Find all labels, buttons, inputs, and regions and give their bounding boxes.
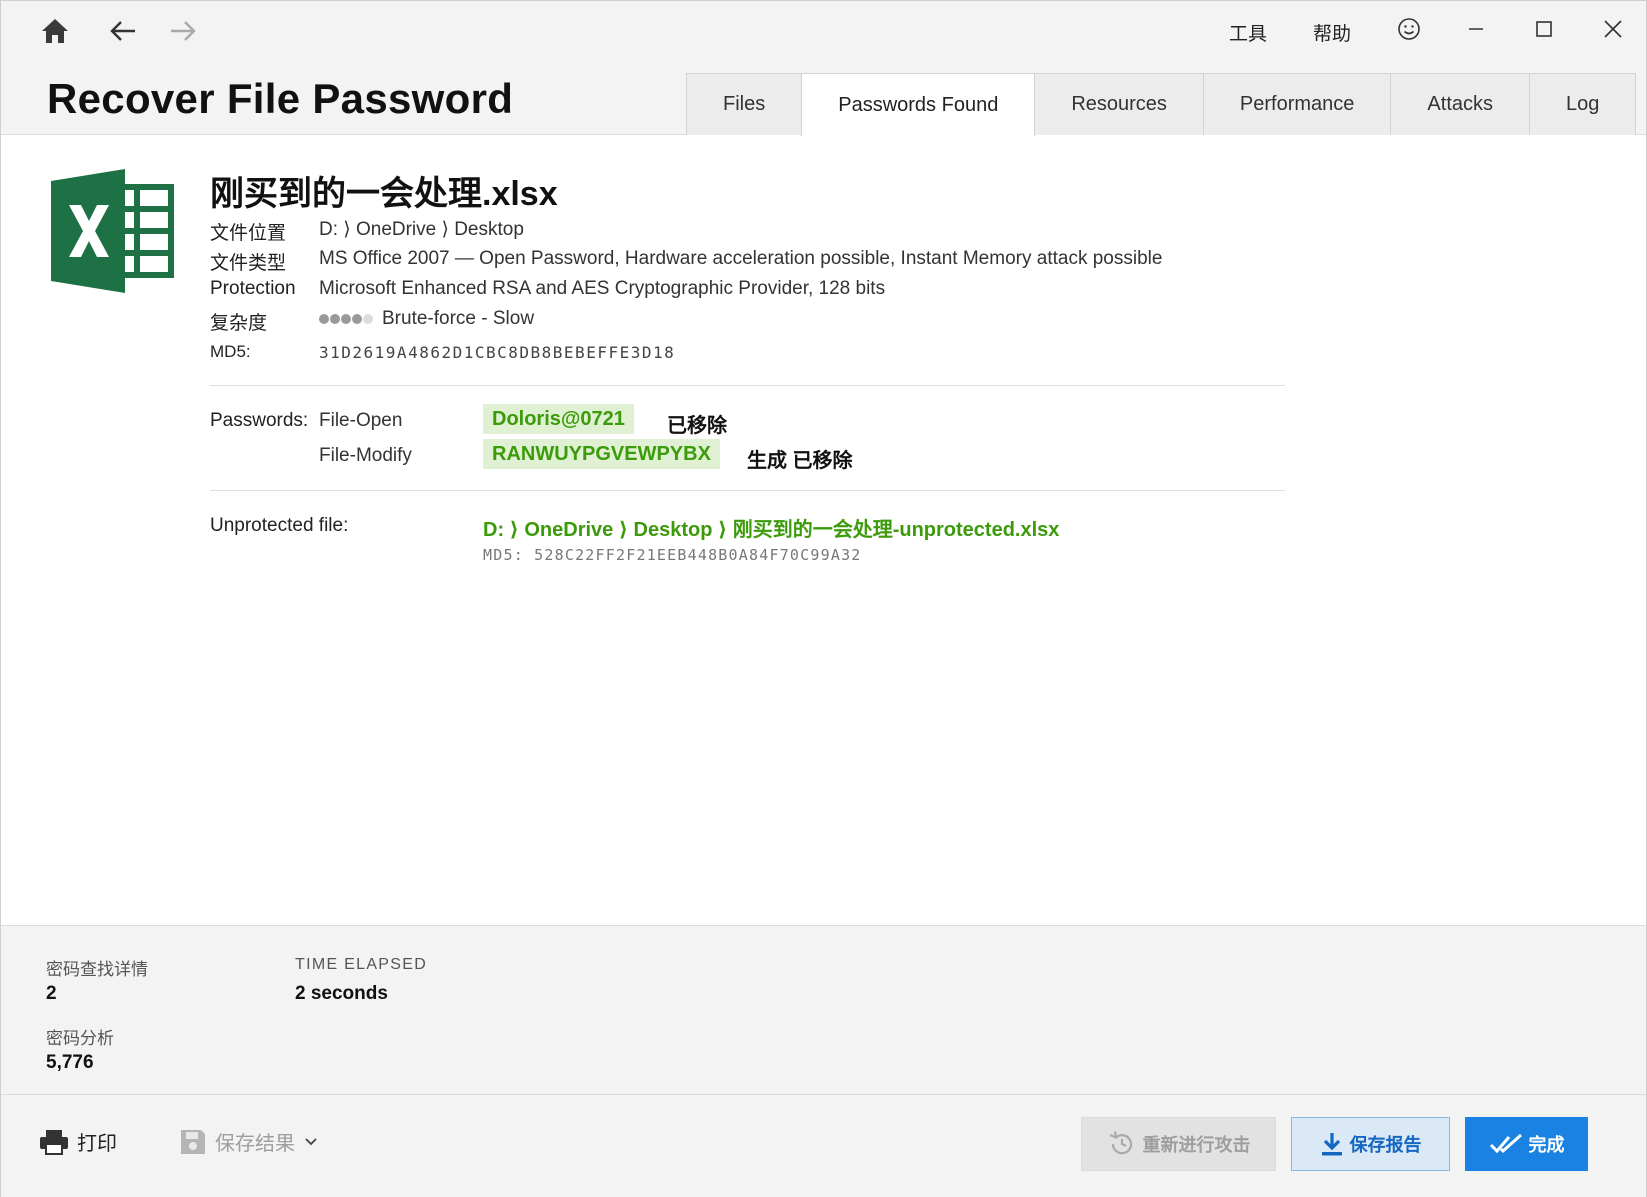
save-report-label: 保存报告 xyxy=(1349,1135,1422,1155)
password-type-modify: File-Modify xyxy=(319,445,412,466)
time-elapsed-label: TIME ELAPSED xyxy=(295,956,428,973)
complexity-value: Brute-force - Slow xyxy=(382,308,535,330)
complexity-dot xyxy=(363,314,373,324)
passwords-label: Passwords: xyxy=(210,410,309,431)
password-value-open[interactable]: Doloris@0721 xyxy=(483,404,634,434)
tab-label: Performance xyxy=(1239,93,1355,115)
app-window: 工具 帮助 Recover File Password Files Passwo… xyxy=(0,0,1647,1197)
type-value: MS Office 2007 — Open Password, Hardware… xyxy=(319,248,1163,269)
printer-icon xyxy=(40,1129,68,1155)
type-label: 文件类型 xyxy=(210,253,287,274)
tab-label: Log xyxy=(1566,93,1600,115)
complexity-dot xyxy=(341,314,351,324)
arrow-left-icon xyxy=(110,21,135,41)
chevron-down-icon xyxy=(305,1137,317,1145)
home-icon xyxy=(42,19,68,43)
passwords-found-value: 2 xyxy=(46,983,57,1004)
complexity-dot xyxy=(352,314,362,324)
title-bar: 工具 帮助 Recover File Password Files Passwo… xyxy=(1,1,1646,136)
smiley-icon xyxy=(1398,18,1420,40)
action-bar: 打印 保存结果 重新进行攻击 保存报告 完成 xyxy=(1,1095,1646,1197)
save-results-button[interactable]: 保存结果 xyxy=(179,1127,319,1156)
tab-passwords-found[interactable]: Passwords Found xyxy=(801,73,1036,136)
passwords-analyzed-label: 密码分析 xyxy=(46,1029,114,1048)
tab-label: Passwords Found xyxy=(838,93,999,116)
password-status-modify: 生成 已移除 xyxy=(747,450,853,472)
password-type-open: File-Open xyxy=(319,410,403,431)
download-icon xyxy=(1321,1133,1342,1156)
unprotected-file-link[interactable]: D: ⟩ OneDrive ⟩ Desktop ⟩ 刚买到的一会处理-unpro… xyxy=(483,513,1059,542)
home-button[interactable] xyxy=(33,13,77,49)
history-icon xyxy=(1109,1131,1132,1155)
file-name: 刚买到的一会处理.xlsx xyxy=(210,175,558,213)
floppy-disk-icon xyxy=(181,1129,205,1154)
feedback-button[interactable] xyxy=(1386,11,1432,47)
save-report-button[interactable]: 保存报告 xyxy=(1291,1117,1450,1171)
time-elapsed-value: 2 seconds xyxy=(295,983,388,1004)
complexity-value-row: Brute-force - Slow xyxy=(319,308,534,330)
tab-files[interactable]: Files xyxy=(686,73,803,135)
tab-label: Attacks xyxy=(1427,93,1493,115)
minimize-icon xyxy=(1469,28,1483,30)
complexity-rating xyxy=(319,308,374,330)
tab-bar: Files Passwords Found Resources Performa… xyxy=(686,73,1637,136)
tab-performance[interactable]: Performance xyxy=(1202,73,1392,135)
save-results-label: 保存结果 xyxy=(215,1133,295,1155)
md5-label: MD5: xyxy=(210,342,251,361)
forward-button[interactable] xyxy=(161,13,205,49)
rerun-attack-button[interactable]: 重新进行攻击 xyxy=(1081,1117,1276,1171)
passwords-analyzed-value: 5,776 xyxy=(46,1052,94,1073)
protection-value: Microsoft Enhanced RSA and AES Cryptogra… xyxy=(319,278,886,299)
close-icon xyxy=(1604,20,1622,38)
tab-label: Files xyxy=(723,93,766,115)
protection-label: Protection xyxy=(210,278,296,299)
location-value: D: ⟩ OneDrive ⟩ Desktop xyxy=(319,219,524,240)
done-button[interactable]: 完成 xyxy=(1465,1117,1588,1171)
complexity-label: 复杂度 xyxy=(210,313,268,334)
close-button[interactable] xyxy=(1590,11,1636,47)
unprotected-label: Unprotected file: xyxy=(210,515,349,536)
menu-tools[interactable]: 工具 xyxy=(1229,19,1267,46)
tab-log[interactable]: Log xyxy=(1529,73,1637,135)
print-label: 打印 xyxy=(77,1133,117,1155)
maximize-button[interactable] xyxy=(1521,11,1567,47)
double-check-icon xyxy=(1489,1133,1522,1154)
location-label: 文件位置 xyxy=(210,223,287,244)
password-status-open: 已移除 xyxy=(667,415,727,437)
app-title: Recover File Password xyxy=(47,75,514,122)
tab-label: Resources xyxy=(1071,93,1167,115)
back-button[interactable] xyxy=(101,13,145,49)
complexity-dot xyxy=(330,314,340,324)
divider xyxy=(210,490,1285,491)
tab-resources[interactable]: Resources xyxy=(1034,73,1204,135)
divider xyxy=(210,385,1285,386)
print-button[interactable]: 打印 xyxy=(39,1127,117,1156)
complexity-dot xyxy=(319,314,329,324)
tab-attacks[interactable]: Attacks xyxy=(1390,73,1530,135)
passwords-found-label: 密码查找详情 xyxy=(46,960,148,979)
menu-help[interactable]: 帮助 xyxy=(1313,19,1351,46)
unprotected-md5: MD5: 528C22FF2F21EEB448B0A84F70C99A32 xyxy=(483,546,862,564)
rerun-attack-label: 重新进行攻击 xyxy=(1142,1135,1251,1155)
password-value-modify[interactable]: RANWUYPGVEWPYBX xyxy=(483,439,720,469)
md5-value: 31D2619A4862D1CBC8DB8BEBEFFE3D18 xyxy=(319,343,676,362)
maximize-icon xyxy=(1536,21,1552,37)
done-label: 完成 xyxy=(1528,1135,1565,1155)
arrow-right-icon xyxy=(171,21,196,41)
stats-panel: 密码查找详情 2 TIME ELAPSED 2 seconds 密码分析 5,7… xyxy=(1,925,1646,1095)
minimize-button[interactable] xyxy=(1453,11,1499,47)
excel-file-icon xyxy=(51,169,175,293)
